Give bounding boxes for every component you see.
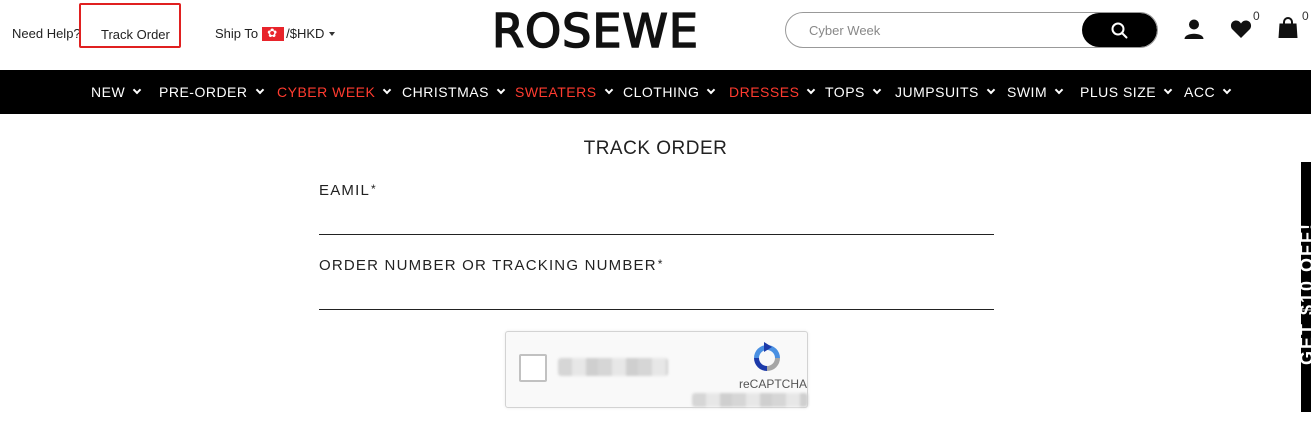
wishlist-heart-icon[interactable] xyxy=(1230,19,1252,39)
nav-item-label: ACC xyxy=(1184,84,1216,100)
track-order-link[interactable]: Track Order xyxy=(79,3,181,48)
nav-item-label: CLOTHING xyxy=(623,84,700,100)
nav-item-label: TOPS xyxy=(825,84,865,100)
nav-item-new[interactable]: NEW xyxy=(91,70,142,114)
chevron-down-icon xyxy=(1054,85,1064,95)
ship-to-label: Ship To xyxy=(215,26,259,41)
nav-item-label: PLUS SIZE xyxy=(1080,84,1157,100)
user-account-icon[interactable] xyxy=(1183,18,1205,40)
email-field-label: EAMIL* xyxy=(319,182,377,199)
nav-item-pre-order[interactable]: PRE-ORDER xyxy=(159,70,264,114)
nav-item-label: SWIM xyxy=(1007,84,1048,100)
nav-item-tops[interactable]: TOPS xyxy=(825,70,882,114)
nav-item-label: SWEATERS xyxy=(515,84,597,100)
shopping-bag-icon[interactable] xyxy=(1278,17,1298,39)
top-bar: Need Help? Track Order Ship To /$HKD ROS… xyxy=(0,0,1311,70)
nav-item-christmas[interactable]: CHRISTMAS xyxy=(402,70,506,114)
nav-item-cyber-week[interactable]: CYBER WEEK xyxy=(277,70,392,114)
discount-side-tab[interactable]: GET $10 OFF! xyxy=(1301,162,1311,412)
nav-item-label: JUMPSUITS xyxy=(895,84,979,100)
recaptcha-logo-icon xyxy=(754,342,780,371)
cart-count: 0 xyxy=(1302,9,1309,23)
recaptcha-privacy-blurred xyxy=(692,393,808,407)
chevron-down-icon xyxy=(604,85,613,95)
nav-item-label: PRE-ORDER xyxy=(159,84,248,100)
email-label-text: EAMIL xyxy=(319,182,371,199)
chevron-down-icon xyxy=(383,85,392,95)
nav-item-plus-size[interactable]: PLUS SIZE xyxy=(1080,70,1173,114)
page-title: TRACK ORDER xyxy=(583,138,728,159)
chevron-down-icon xyxy=(807,85,816,95)
nav-item-jumpsuits[interactable]: JUMPSUITS xyxy=(895,70,996,114)
wishlist-count: 0 xyxy=(1253,9,1260,23)
nav-item-label: NEW xyxy=(91,84,126,100)
search-input[interactable] xyxy=(786,13,1086,47)
nav-item-label: DRESSES xyxy=(729,84,800,100)
ship-to-selector[interactable]: Ship To /$HKD xyxy=(215,25,336,41)
order-number-field[interactable] xyxy=(319,282,994,310)
search-icon xyxy=(1111,22,1128,39)
order-number-field-label: ORDER NUMBER OR TRACKING NUMBER* xyxy=(319,257,664,274)
required-mark: * xyxy=(371,182,377,196)
order-number-label-text: ORDER NUMBER OR TRACKING NUMBER xyxy=(319,257,657,274)
chevron-down-icon xyxy=(255,85,264,95)
nav-item-dresses[interactable]: DRESSES xyxy=(729,70,816,114)
email-field[interactable] xyxy=(319,207,994,235)
hong-kong-flag-icon xyxy=(262,25,285,41)
brand-logo[interactable]: ROSEWE xyxy=(491,3,699,59)
chevron-down-icon xyxy=(707,85,716,95)
currency-label: /$HKD xyxy=(286,26,325,41)
nav-item-sweaters[interactable]: SWEATERS xyxy=(515,70,613,114)
track-order-label: Track Order xyxy=(101,27,170,42)
chevron-down-icon xyxy=(132,85,142,95)
chevron-down-icon xyxy=(872,85,882,95)
nav-item-clothing[interactable]: CLOTHING xyxy=(623,70,716,114)
recaptcha-label-blurred xyxy=(558,358,668,376)
chevron-down-icon xyxy=(1163,85,1173,95)
caret-down-icon xyxy=(329,31,336,36)
search-bar xyxy=(785,12,1158,48)
recaptcha-widget: reCAPTCHA xyxy=(505,331,808,408)
search-button[interactable] xyxy=(1082,13,1157,47)
need-help-link[interactable]: Need Help? xyxy=(12,26,81,41)
recaptcha-checkbox[interactable] xyxy=(519,354,547,382)
nav-item-acc[interactable]: ACC xyxy=(1184,70,1232,114)
main-navigation: NEW PRE-ORDER CYBER WEEK CHRISTMAS SWEATERS C… xyxy=(0,70,1311,114)
chevron-down-icon xyxy=(496,85,506,95)
chevron-down-icon xyxy=(1222,85,1232,95)
nav-item-swim[interactable]: SWIM xyxy=(1007,70,1064,114)
chevron-down-icon xyxy=(986,85,996,95)
side-tab-label: GET $10 OFF! xyxy=(1301,222,1311,366)
nav-item-label: CHRISTMAS xyxy=(402,84,489,100)
required-mark: * xyxy=(657,257,664,271)
recaptcha-brand-label: reCAPTCHA xyxy=(739,377,808,391)
nav-item-label: CYBER WEEK xyxy=(277,84,376,100)
